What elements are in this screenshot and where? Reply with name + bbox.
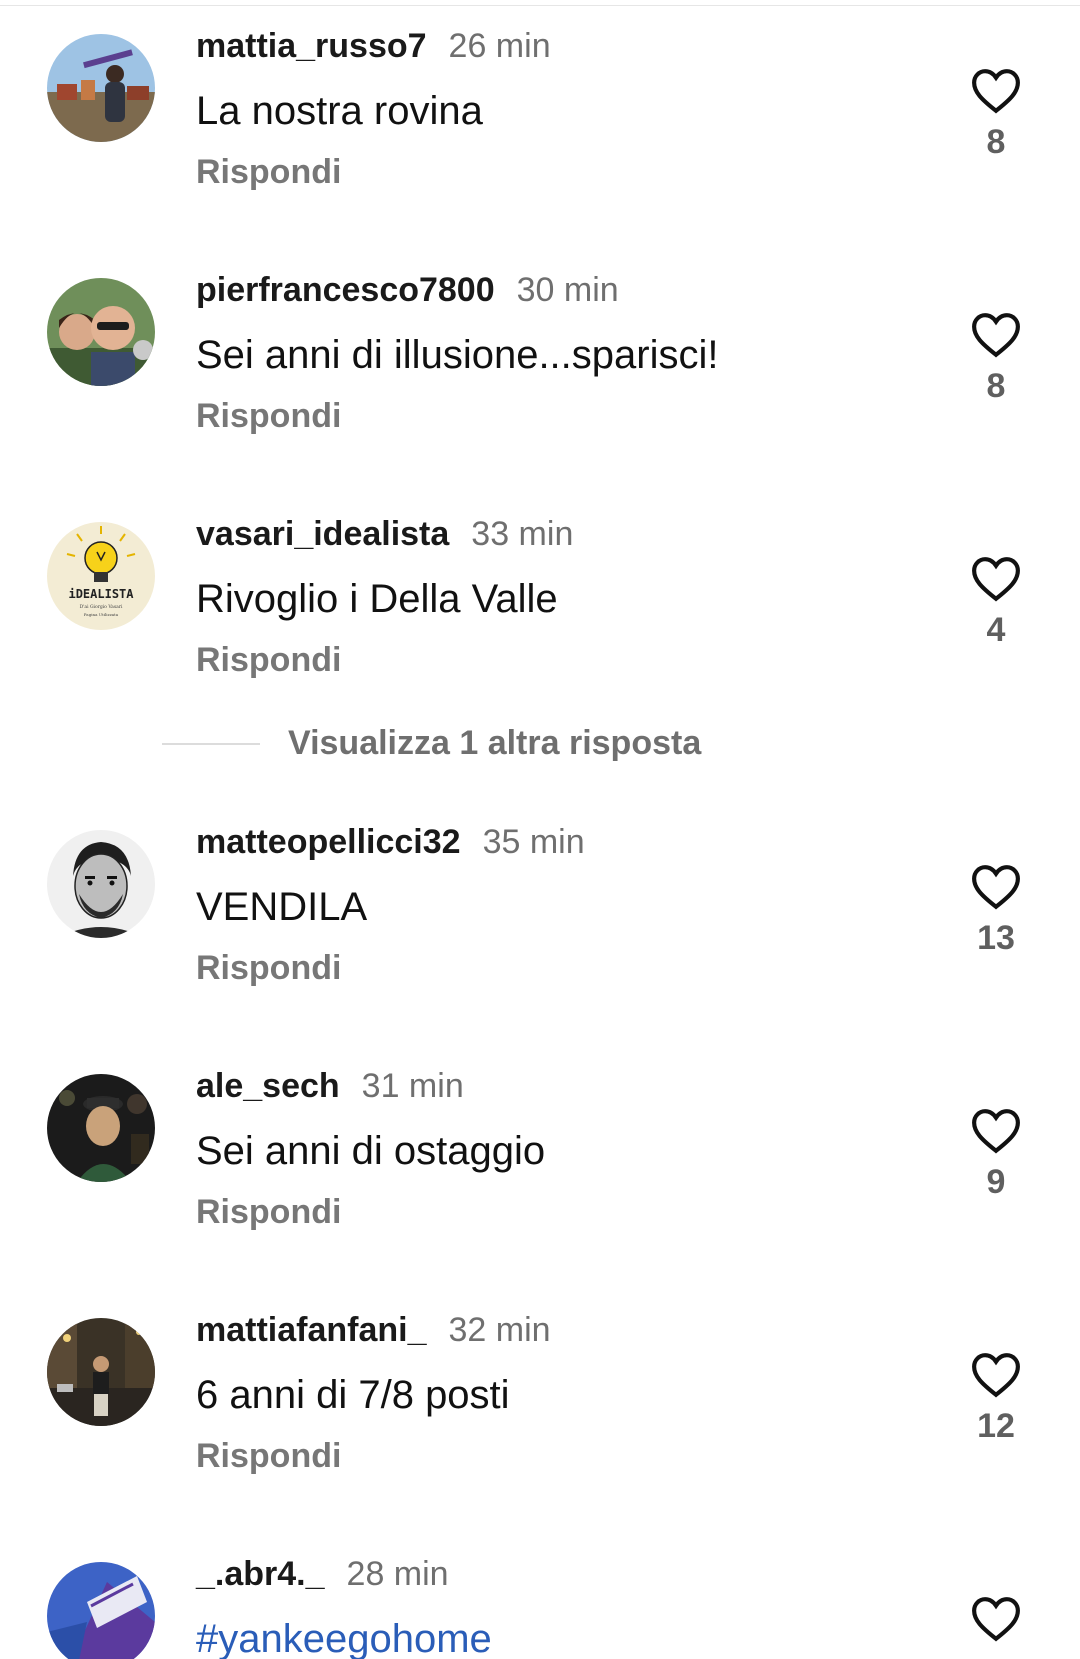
username[interactable]: ale_sech xyxy=(196,1067,340,1105)
view-more-replies-label: Visualizza 1 altra risposta xyxy=(288,724,702,762)
username[interactable]: vasari_idealista xyxy=(196,515,449,553)
reply-button[interactable]: Rispondi xyxy=(196,1192,341,1232)
avatar-image xyxy=(47,830,155,938)
thread-line xyxy=(162,742,260,745)
timestamp: 30 min xyxy=(516,271,619,309)
comment-text: La nostra rovina xyxy=(196,89,483,133)
timestamp: 26 min xyxy=(448,27,551,65)
like-count: 13 xyxy=(977,919,1015,957)
like-button[interactable]: 8 xyxy=(966,312,1026,406)
heart-icon xyxy=(972,865,1020,910)
avatar-logo-text: iDEALISTA xyxy=(68,587,134,601)
comment-item: pierfrancesco7800 30 min Sei anni di illu… xyxy=(0,244,1080,444)
avatar[interactable] xyxy=(47,830,155,938)
avatar[interactable] xyxy=(47,1074,155,1182)
heart-icon xyxy=(972,1353,1020,1398)
username[interactable]: pierfrancesco7800 xyxy=(196,271,495,309)
like-button[interactable]: 8 xyxy=(966,68,1026,162)
comment-meta: pierfrancesco7800 30 min xyxy=(196,270,619,310)
reply-button[interactable]: Rispondi xyxy=(196,396,341,436)
comment-item: mattia_russo7 26 min La nostra rovina Ris… xyxy=(0,0,1080,200)
avatar[interactable] xyxy=(47,278,155,386)
avatar-image xyxy=(47,34,155,142)
avatar-image xyxy=(47,1074,155,1182)
comment-item: _.abr4._ 28 min #yankeegohome xyxy=(0,1528,1080,1659)
like-count: 9 xyxy=(986,1163,1006,1201)
timestamp: 35 min xyxy=(482,823,585,861)
timestamp: 28 min xyxy=(346,1555,449,1593)
view-more-replies[interactable]: Visualizza 1 altra risposta xyxy=(162,724,701,764)
comment-meta: vasari_idealista 33 min xyxy=(196,514,573,554)
comment-item: matteopellicci32 35 min VENDILA Rispondi … xyxy=(0,796,1080,996)
comment-meta: ale_sech 31 min xyxy=(196,1066,464,1106)
avatar[interactable] xyxy=(47,1562,155,1659)
reply-button[interactable]: Rispondi xyxy=(196,152,341,192)
comment-item: iDEALISTA D'ai Giorgio Vasari Pagina Uti… xyxy=(0,488,1080,688)
heart-icon xyxy=(972,69,1020,114)
heart-icon xyxy=(972,1597,1020,1642)
username[interactable]: mattia_russo7 xyxy=(196,27,427,65)
heart-icon xyxy=(972,1109,1020,1154)
avatar[interactable]: iDEALISTA D'ai Giorgio Vasari Pagina Uti… xyxy=(47,522,155,630)
comment-hashtag-link[interactable]: #yankeegohome xyxy=(196,1614,492,1659)
avatar[interactable] xyxy=(47,1318,155,1426)
like-count: 4 xyxy=(986,611,1006,649)
comment-text: Rivoglio i Della Valle xyxy=(196,577,558,621)
avatar-logo-subtext: Pagina Utilizzata xyxy=(84,612,119,617)
reply-button[interactable]: Rispondi xyxy=(196,640,341,680)
timestamp: 32 min xyxy=(448,1311,551,1349)
comment-meta: mattiafanfani_ 32 min xyxy=(196,1310,551,1350)
username[interactable]: _.abr4._ xyxy=(196,1555,325,1593)
avatar-image xyxy=(47,1318,155,1426)
like-button[interactable]: 12 xyxy=(966,1352,1026,1446)
username[interactable]: mattiafanfani_ xyxy=(196,1311,427,1349)
like-button[interactable] xyxy=(966,1596,1026,1642)
avatar-image xyxy=(47,1562,155,1659)
like-button[interactable]: 9 xyxy=(966,1108,1026,1202)
comment-text: Sei anni di illusione...sparisci! xyxy=(196,333,719,377)
avatar-logo-subtext: D'ai Giorgio Vasari xyxy=(80,604,123,610)
heart-icon xyxy=(972,557,1020,602)
like-button[interactable]: 4 xyxy=(966,556,1026,650)
avatar[interactable] xyxy=(47,34,155,142)
like-count: 8 xyxy=(986,367,1006,405)
comment-text: Sei anni di ostaggio xyxy=(196,1129,546,1173)
timestamp: 33 min xyxy=(471,515,574,553)
comment-text: 6 anni di 7/8 posti xyxy=(196,1373,510,1417)
like-count: 12 xyxy=(977,1407,1015,1445)
reply-button[interactable]: Rispondi xyxy=(196,1436,341,1476)
reply-button[interactable]: Rispondi xyxy=(196,948,341,988)
comment-item: mattiafanfani_ 32 min 6 anni di 7/8 posti… xyxy=(0,1284,1080,1484)
comment-meta: mattia_russo7 26 min xyxy=(196,26,551,66)
comment-meta: matteopellicci32 35 min xyxy=(196,822,585,862)
like-button[interactable]: 13 xyxy=(966,864,1026,958)
avatar-image: iDEALISTA D'ai Giorgio Vasari Pagina Uti… xyxy=(47,522,155,630)
comment-item: ale_sech 31 min Sei anni di ostaggio Risp… xyxy=(0,1040,1080,1240)
comment-text: VENDILA xyxy=(196,885,368,929)
avatar-image xyxy=(47,278,155,386)
like-count: 8 xyxy=(986,123,1006,161)
comment-meta: _.abr4._ 28 min xyxy=(196,1554,449,1594)
timestamp: 31 min xyxy=(361,1067,464,1105)
username[interactable]: matteopellicci32 xyxy=(196,823,461,861)
heart-icon xyxy=(972,313,1020,358)
